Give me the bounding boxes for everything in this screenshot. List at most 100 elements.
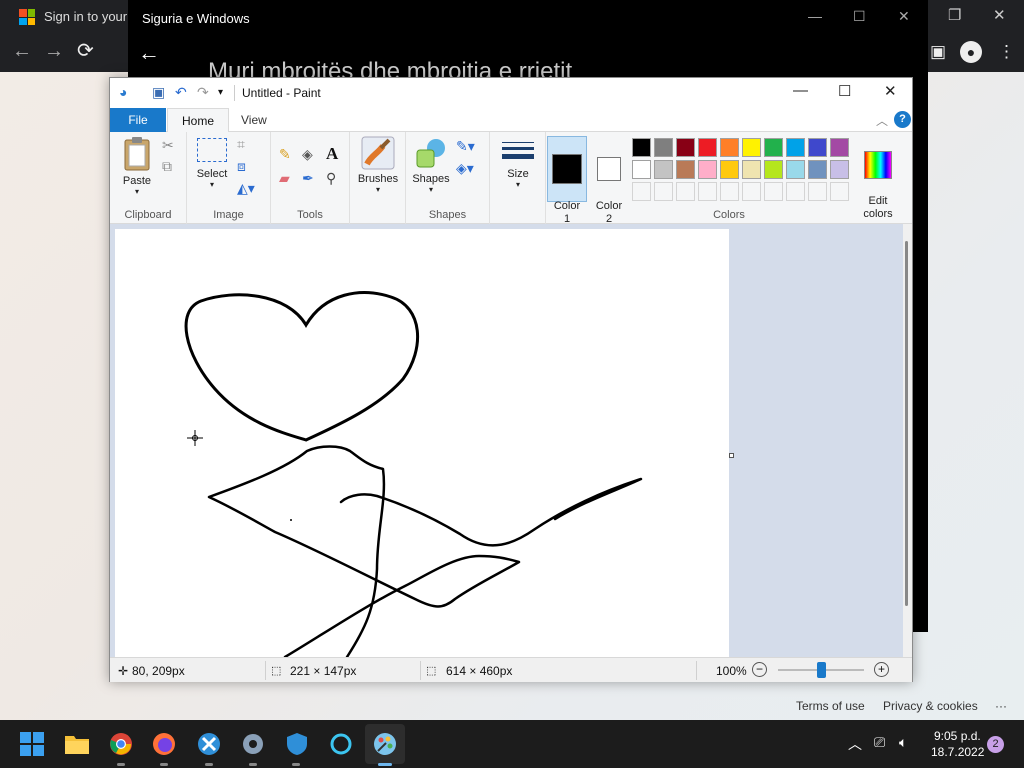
canvas-resize-handle[interactable]	[729, 453, 734, 458]
palette-swatch[interactable]	[742, 182, 761, 201]
undo-icon[interactable]: ↶	[175, 84, 187, 101]
back-button[interactable]: ←	[12, 40, 32, 62]
palette-swatch[interactable]	[742, 138, 761, 157]
network-icon[interactable]: ⎚	[874, 734, 885, 751]
palette-swatch[interactable]	[654, 160, 673, 179]
text-icon[interactable]: A	[326, 144, 338, 164]
windows-security-icon[interactable]	[283, 730, 311, 758]
copy-icon[interactable]: ⧉	[162, 158, 172, 175]
vertical-scrollbar[interactable]	[903, 224, 912, 657]
palette-swatch[interactable]	[808, 160, 827, 179]
rotate-icon[interactable]: ◭▾	[237, 180, 255, 197]
tab-view[interactable]: View	[227, 108, 281, 132]
palette-swatch[interactable]	[830, 160, 849, 179]
scroll-thumb[interactable]	[905, 241, 908, 606]
paint-taskbar-icon[interactable]	[371, 730, 399, 758]
privacy-link[interactable]: Privacy & cookies	[883, 699, 978, 713]
start-icon[interactable]	[18, 730, 46, 758]
file-explorer-icon[interactable]	[63, 730, 91, 758]
close-icon[interactable]: ✕	[898, 8, 910, 25]
size-button[interactable]: Size ▾	[498, 138, 538, 189]
color2-button[interactable]: Color 2	[591, 136, 627, 225]
resize-icon[interactable]: ⧈	[237, 158, 246, 175]
palette-swatch[interactable]	[632, 160, 651, 179]
eraser-icon[interactable]: ▰	[279, 170, 290, 187]
zoom-in-button[interactable]: +	[874, 662, 889, 677]
palette-swatch[interactable]	[764, 182, 783, 201]
chrome-icon[interactable]	[107, 730, 135, 758]
paste-button[interactable]: Paste ▾	[118, 136, 156, 196]
palette-swatch[interactable]	[808, 138, 827, 157]
minimize-button[interactable]: —	[793, 82, 808, 99]
select-button[interactable]: Select ▾	[195, 138, 229, 189]
cut-icon[interactable]: ✂	[162, 137, 174, 154]
profile-icon[interactable]: ●	[960, 41, 982, 63]
notifications-badge[interactable]: 2	[987, 736, 1004, 753]
palette-swatch[interactable]	[830, 182, 849, 201]
palette-swatch[interactable]	[632, 138, 651, 157]
palette-swatch[interactable]	[698, 182, 717, 201]
settings-icon[interactable]	[239, 730, 267, 758]
forward-button[interactable]: →	[44, 40, 64, 62]
browser-tab[interactable]: Sign in to your a	[44, 9, 138, 24]
crop-icon[interactable]: ⌗	[237, 136, 245, 153]
palette-swatch[interactable]	[830, 138, 849, 157]
minimize-icon[interactable]: —	[808, 8, 822, 24]
restore-icon[interactable]: ❐	[948, 6, 961, 24]
close-button[interactable]: ✕	[884, 82, 897, 100]
firefox-icon[interactable]	[150, 730, 178, 758]
save-icon[interactable]: ▣	[152, 84, 165, 101]
palette-swatch[interactable]	[786, 182, 805, 201]
terms-link[interactable]: Terms of use	[796, 699, 865, 713]
collapse-ribbon-icon[interactable]: ︿	[876, 112, 888, 129]
more-options-link[interactable]: ···	[995, 699, 1007, 713]
palette-swatch[interactable]	[698, 138, 717, 157]
close-icon[interactable]: ✕	[993, 6, 1006, 24]
palette-swatch[interactable]	[676, 160, 695, 179]
menu-icon[interactable]: ⋮	[998, 42, 1015, 62]
palette-swatch[interactable]	[676, 182, 695, 201]
cortana-icon[interactable]	[327, 730, 355, 758]
tab-home[interactable]: Home	[167, 108, 230, 133]
drawing-canvas[interactable]	[115, 229, 729, 657]
help-icon[interactable]: ?	[894, 111, 911, 128]
palette-swatch[interactable]	[764, 160, 783, 179]
brushes-button[interactable]: Brushes ▾	[356, 136, 400, 194]
redo-icon[interactable]: ↷	[197, 84, 209, 101]
clock-date[interactable]: 18.7.2022	[931, 745, 984, 759]
palette-swatch[interactable]	[786, 160, 805, 179]
maximize-icon[interactable]: ☐	[853, 8, 866, 25]
outline-icon[interactable]: ✎▾	[456, 138, 475, 155]
show-hidden-icons-icon[interactable]: ︿	[848, 734, 862, 754]
palette-swatch[interactable]	[720, 138, 739, 157]
magnifier-icon[interactable]: ⚲	[326, 170, 336, 187]
reload-button[interactable]: ⟳	[77, 40, 94, 62]
clock-time[interactable]: 9:05 p.d.	[934, 729, 981, 743]
palette-swatch[interactable]	[808, 182, 827, 201]
shape-fill-icon[interactable]: ◈▾	[456, 160, 474, 177]
palette-swatch[interactable]	[720, 160, 739, 179]
fill-icon[interactable]: ◈	[302, 146, 313, 163]
palette-swatch[interactable]	[786, 138, 805, 157]
palette-swatch[interactable]	[720, 182, 739, 201]
back-arrow-icon[interactable]: ←	[138, 40, 160, 66]
shapes-button[interactable]: Shapes ▾	[412, 136, 450, 194]
volume-icon[interactable]: 🔈︎	[899, 734, 907, 751]
customize-dropdown-icon[interactable]: ▾	[218, 87, 223, 98]
app-icon[interactable]	[195, 730, 223, 758]
zoom-slider-thumb[interactable]	[817, 662, 826, 678]
palette-swatch[interactable]	[654, 138, 673, 157]
palette-swatch[interactable]	[632, 182, 651, 201]
zoom-out-button[interactable]: −	[752, 662, 767, 677]
palette-swatch[interactable]	[764, 138, 783, 157]
maximize-button[interactable]: ☐	[838, 82, 851, 100]
color1-button[interactable]: Color 1	[547, 136, 587, 225]
color-picker-icon[interactable]: ✒	[302, 170, 314, 187]
tab-file[interactable]: File	[110, 108, 166, 132]
palette-swatch[interactable]	[654, 182, 673, 201]
sidebar-icon[interactable]: ▣	[930, 42, 946, 62]
palette-swatch[interactable]	[742, 160, 761, 179]
palette-swatch[interactable]	[698, 160, 717, 179]
palette-swatch[interactable]	[676, 138, 695, 157]
pencil-icon[interactable]: ✎	[279, 146, 291, 163]
